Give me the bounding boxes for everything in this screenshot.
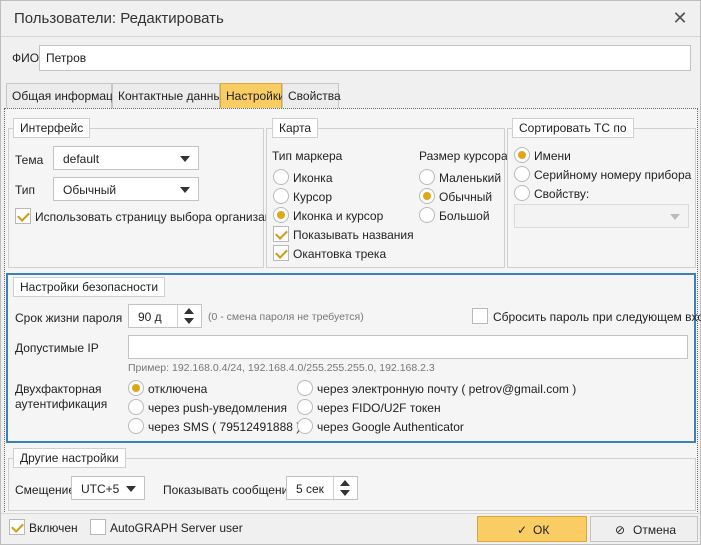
password-life-label: Срок жизни пароля: [15, 311, 123, 325]
theme-label: Тема: [15, 153, 44, 167]
twofa-radio-google[interactable]: [297, 418, 313, 434]
ok-label: ОК: [533, 523, 550, 537]
ok-button[interactable]: ✓ ОК: [477, 516, 587, 542]
sort-property-select[interactable]: [514, 204, 689, 228]
cursor-size-label: Размер курсора: [419, 149, 508, 163]
show-messages-value: 5 сек: [296, 482, 324, 496]
allowed-ip-input[interactable]: [128, 335, 688, 359]
chevron-down-icon[interactable]: [184, 318, 194, 324]
marker-type-label: Тип маркера: [272, 149, 343, 163]
offset-select[interactable]: UTC+5: [71, 476, 145, 500]
other-legend: Другие настройки: [13, 448, 126, 468]
twofa-option-sms: через SMS ( 79512491888 ): [148, 420, 301, 434]
use-org-page-checkbox[interactable]: [15, 208, 31, 224]
sort-radio-property[interactable]: [514, 185, 530, 201]
offset-label: Смещение: [15, 483, 76, 497]
type-value: Обычный: [63, 183, 117, 197]
stepper-buttons: [333, 477, 357, 499]
chevron-down-icon[interactable]: [340, 490, 350, 496]
reset-password-label: Сбросить пароль при следующем входе: [493, 310, 701, 324]
enabled-checkbox[interactable]: [9, 519, 25, 535]
tab-properties[interactable]: Свойства: [282, 83, 341, 109]
cursor-option-large: Большой: [439, 209, 490, 223]
tab-settings[interactable]: Настройки: [220, 83, 285, 109]
show-messages-stepper[interactable]: 5 сек: [286, 476, 358, 500]
tab-contacts[interactable]: Контактные данные: [112, 83, 229, 109]
sort-radio-name[interactable]: [514, 147, 530, 163]
server-user-checkbox[interactable]: [90, 519, 106, 535]
close-icon[interactable]: ✕: [670, 8, 690, 28]
twofa-radio-email[interactable]: [297, 380, 313, 396]
cancel-icon: ⊘: [615, 523, 626, 537]
check-icon: ✓: [517, 523, 528, 537]
marker-radio-icon-and-cursor[interactable]: [273, 207, 289, 223]
show-names-checkbox[interactable]: [273, 226, 289, 242]
chevron-down-icon: [180, 187, 190, 193]
cancel-button[interactable]: ⊘ Отмена: [590, 516, 698, 542]
twofa-option-fido: через FIDO/U2F токен: [317, 401, 441, 415]
titlebar: Пользователи: Редактировать ✕: [1, 1, 700, 37]
marker-option-icon-and-cursor: Иконка и курсор: [293, 209, 384, 223]
chevron-up-icon[interactable]: [340, 480, 350, 486]
twofa-label-line1: Двухфакторная: [15, 382, 102, 396]
window-title: Пользователи: Редактировать: [14, 10, 224, 27]
marker-radio-icon[interactable]: [273, 169, 289, 185]
twofa-radio-push[interactable]: [128, 399, 144, 415]
twofa-radio-disabled[interactable]: [128, 380, 144, 396]
reset-password-checkbox[interactable]: [472, 308, 488, 324]
track-border-label: Окантовка трека: [293, 247, 387, 261]
enabled-label: Включен: [29, 521, 78, 535]
cursor-radio-normal[interactable]: [419, 188, 435, 204]
twofa-option-push: через push-уведомления: [148, 401, 287, 415]
track-border-checkbox[interactable]: [273, 245, 289, 261]
cursor-option-normal: Обычный: [439, 190, 493, 204]
chevron-down-icon: [670, 214, 680, 220]
twofa-option-google: через Google Authenticator: [317, 420, 464, 434]
password-life-stepper[interactable]: 90 д: [128, 304, 202, 328]
security-legend: Настройки безопасности: [13, 277, 166, 297]
map-legend: Карта: [272, 118, 319, 138]
sort-option-name: Имени: [534, 149, 571, 163]
marker-option-cursor: Курсор: [293, 190, 333, 204]
cursor-radio-small[interactable]: [419, 169, 435, 185]
marker-option-icon: Иконка: [293, 171, 333, 185]
offset-value: UTC+5: [81, 482, 120, 496]
sort-radio-serial[interactable]: [514, 166, 530, 182]
cursor-option-small: Маленький: [439, 171, 502, 185]
show-names-label: Показывать названия: [293, 228, 414, 242]
show-messages-label: Показывать сообщения: [163, 483, 295, 497]
twofa-radio-sms[interactable]: [128, 418, 144, 434]
allowed-ip-label: Допустимые IP: [15, 341, 99, 355]
password-life-hint: (0 - смена пароля не требуется): [208, 311, 364, 323]
type-label: Тип: [15, 183, 36, 197]
server-user-label: AutoGRAPH Server user: [110, 521, 243, 535]
interface-legend: Интерфейс: [13, 118, 91, 138]
cursor-radio-large[interactable]: [419, 207, 435, 223]
twofa-radio-fido[interactable]: [297, 399, 313, 415]
fio-label: ФИО: [12, 51, 40, 65]
type-select[interactable]: Обычный: [53, 177, 199, 201]
twofa-option-email: через электронную почту ( petrov@gmail.c…: [317, 382, 577, 396]
user-edit-dialog: Пользователи: Редактировать ✕ ФИО Общая …: [0, 0, 701, 545]
chevron-down-icon: [126, 486, 136, 492]
password-life-value: 90 д: [138, 310, 162, 324]
allowed-ip-example: Пример: 192.168.0.4/24, 192.168.4.0/255.…: [128, 362, 435, 374]
sort-option-property: Свойству:: [534, 187, 590, 201]
theme-value: default: [63, 152, 100, 166]
chevron-up-icon[interactable]: [184, 308, 194, 314]
fio-input[interactable]: [39, 45, 691, 71]
sort-legend: Сортировать ТС по: [512, 118, 634, 138]
tab-general[interactable]: Общая информация: [6, 83, 126, 109]
twofa-option-disabled: отключена: [148, 382, 208, 396]
sort-option-serial: Серийному номеру прибора: [534, 168, 692, 182]
cancel-label: Отмена: [633, 523, 677, 537]
use-org-page-label: Использовать страницу выбора организации: [35, 210, 286, 224]
chevron-down-icon: [180, 156, 190, 162]
theme-select[interactable]: default: [53, 146, 199, 170]
twofa-label-line2: аутентификация: [15, 397, 108, 411]
stepper-buttons: [177, 305, 201, 327]
marker-radio-cursor[interactable]: [273, 188, 289, 204]
